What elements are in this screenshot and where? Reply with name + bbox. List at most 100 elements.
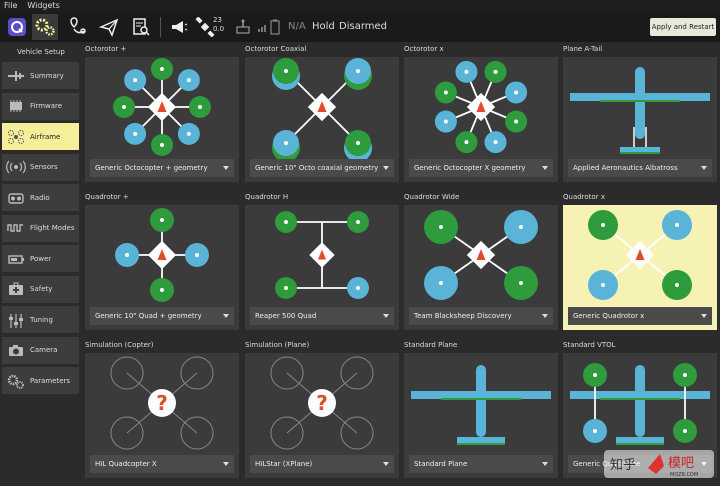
- sidebar-item-camera[interactable]: Camera: [2, 336, 79, 364]
- airframe-selector[interactable]: Generic 10" Octo coaxial geometry: [250, 159, 394, 177]
- airframe-selector[interactable]: HILStar (XPlane): [250, 455, 394, 473]
- airframe-image-panel[interactable]: ? HIL Quadcopter X: [85, 353, 239, 478]
- sidebar-item-flight-modes[interactable]: Flight Modes: [2, 214, 79, 242]
- airframe-diagram: [411, 365, 551, 445]
- airframe-diagram: [570, 67, 710, 154]
- gear-icon[interactable]: [32, 14, 58, 40]
- airframe-title: Quadrotor Wide: [404, 193, 460, 201]
- airframe-title: Quadrotor x: [563, 193, 605, 201]
- airframe-image-panel[interactable]: Reaper 500 Quad: [245, 205, 399, 330]
- airframe-selector[interactable]: HIL Quadcopter X: [90, 455, 234, 473]
- airframe-selector-value: Applied Aeronautics Albatross: [573, 164, 678, 172]
- menu-widgets[interactable]: Widgets: [27, 0, 59, 12]
- airframe-diagram: [275, 211, 369, 299]
- airframe-diagram: [113, 58, 211, 156]
- sidebar-item-sensors[interactable]: Sensors: [2, 153, 79, 181]
- airframe-tile[interactable]: Octorotor x Generic Octocopter X geometry: [404, 45, 558, 183]
- sidebar-item-firmware[interactable]: Firmware: [2, 92, 79, 120]
- paper-plane-icon[interactable]: [96, 14, 122, 40]
- airframe-image-panel[interactable]: Generic 10" Quad + geometry: [85, 205, 239, 330]
- arm-state[interactable]: Disarmed: [339, 21, 387, 32]
- airframe-selector[interactable]: Generic Octocopter + geometry: [90, 159, 234, 177]
- airframe-tile[interactable]: Simulation (Plane)? HILStar (XPlane): [245, 341, 399, 479]
- airframe-image-panel[interactable]: Applied Aeronautics Albatross: [563, 57, 717, 182]
- sidebar-item-label: Firmware: [30, 102, 63, 110]
- megaphone-icon[interactable]: [166, 14, 192, 40]
- sidebar-item-tuning[interactable]: Tuning: [2, 306, 79, 333]
- airframe-title: Standard VTOL: [563, 341, 616, 349]
- svg-text:?: ?: [156, 391, 168, 415]
- camera-icon: [6, 342, 26, 358]
- airframe-diagram: [434, 60, 528, 154]
- svg-text:?: ?: [316, 391, 328, 415]
- airframe-tile[interactable]: Quadrotor + Generic 10" Quad + geometry: [85, 193, 239, 331]
- airframe-selector[interactable]: Reaper 500 Quad: [250, 307, 394, 325]
- menu-file[interactable]: File: [4, 0, 17, 12]
- airframe-selector-value: Generic Quadrotor x: [573, 312, 645, 320]
- logo-icon[interactable]: [4, 14, 30, 40]
- airframe-selector[interactable]: Generic Octocopter X geometry: [409, 159, 553, 177]
- sidebar-item-label: Power: [30, 254, 52, 263]
- apply-restart-button[interactable]: Apply and Restart: [650, 18, 716, 36]
- sidebar-item-airframe[interactable]: Airframe: [2, 123, 79, 150]
- airframe-tile[interactable]: Standard Plane Standard Plane: [404, 341, 558, 479]
- airframe-selector-value: Generic Octocopter + geometry: [95, 164, 208, 172]
- map-pin-icon[interactable]: [64, 14, 90, 40]
- airframe-title: Octorotor x: [404, 45, 444, 53]
- airframe-tile[interactable]: Octorotor Coaxial Generic 10" Octo coaxia…: [245, 45, 399, 183]
- airframe-title: Quadrotor H: [245, 193, 289, 201]
- airframe-selector-value: Generic 10" Octo coaxial geometry: [255, 164, 379, 172]
- chevron-down-icon: [701, 314, 707, 318]
- flight-mode[interactable]: Hold: [312, 21, 335, 32]
- wave-icon: [6, 220, 26, 236]
- airframe-tile[interactable]: Quadrotor H Reaper 500 Quad: [245, 193, 399, 331]
- sensor-icon: [6, 159, 26, 175]
- watermark-logo: 知乎 模吧 MOZ8.COM: [604, 450, 714, 478]
- airframe-selector[interactable]: Generic Quadrotor x: [568, 307, 712, 325]
- airframe-diagram: ?: [270, 356, 374, 450]
- airframe-selector[interactable]: Standard Plane: [409, 455, 553, 473]
- airframe-tile[interactable]: Simulation (Copter)? HIL Quadcopter X: [85, 341, 239, 479]
- airframe-tile[interactable]: Quadrotor Wide Team Blacksheep Discovery: [404, 193, 558, 331]
- radio-icon: [6, 190, 26, 206]
- airframe-tile[interactable]: Plane A-Tail Applied Aeronautics Albatros…: [563, 45, 717, 183]
- airframe-title: Plane A-Tail: [563, 45, 603, 53]
- airframe-image-panel[interactable]: ? HILStar (XPlane): [245, 353, 399, 478]
- sidebar-item-radio[interactable]: Radio: [2, 184, 79, 211]
- airframe-image-panel[interactable]: Generic Quadrotor x: [563, 205, 717, 330]
- chevron-down-icon: [542, 166, 548, 170]
- airframe-image-panel[interactable]: Generic Octocopter X geometry: [404, 57, 558, 182]
- airframe-tile[interactable]: Octorotor + Generic Octocopter + geometry: [85, 45, 239, 183]
- airframe-title: Octorotor +: [85, 45, 127, 53]
- sidebar-item-power[interactable]: Power: [2, 245, 79, 272]
- airframe-image-panel[interactable]: Standard Plane: [404, 353, 558, 478]
- airframe-image-panel[interactable]: Generic Octocopter + geometry: [85, 57, 239, 182]
- sidebar-item-parameters[interactable]: Parameters: [2, 367, 79, 394]
- svg-text:模吧: 模吧: [668, 456, 694, 471]
- airframe-image-panel[interactable]: Generic 10" Octo coaxial geometry: [245, 57, 399, 182]
- satellite-hdop: 0.0: [213, 25, 225, 33]
- airframe-selector-value: Standard Plane: [414, 460, 468, 468]
- sidebar-item-label: Safety: [30, 285, 53, 293]
- chevron-down-icon: [383, 462, 389, 466]
- sidebar-item-label: Airframe: [30, 132, 61, 141]
- airframe-selector[interactable]: Generic 10" Quad + geometry: [90, 307, 234, 325]
- airframe-icon: [6, 129, 26, 145]
- sidebar-item-label: Summary: [30, 71, 64, 80]
- sidebar-item-safety[interactable]: Safety: [2, 275, 79, 303]
- sidebar-title: Vehicle Setup: [17, 48, 65, 56]
- airframe-title: Simulation (Copter): [85, 341, 154, 349]
- sidebar-item-label: Parameters: [30, 376, 71, 385]
- chevron-down-icon: [223, 166, 229, 170]
- airframe-selector[interactable]: Team Blacksheep Discovery: [409, 307, 553, 325]
- sidebar-item-label: Tuning: [30, 315, 53, 324]
- chevron-down-icon: [383, 166, 389, 170]
- first-aid-icon: [6, 281, 26, 297]
- airframe-image-panel[interactable]: Team Blacksheep Discovery: [404, 205, 558, 330]
- sliders-icon: [6, 312, 26, 328]
- checklist-icon[interactable]: [128, 14, 154, 40]
- chevron-down-icon: [383, 314, 389, 318]
- airframe-tile[interactable]: Quadrotor x Generic Quadrotor x: [563, 193, 717, 331]
- airframe-selector[interactable]: Applied Aeronautics Albatross: [568, 159, 712, 177]
- sidebar-item-summary[interactable]: Summary: [2, 62, 79, 89]
